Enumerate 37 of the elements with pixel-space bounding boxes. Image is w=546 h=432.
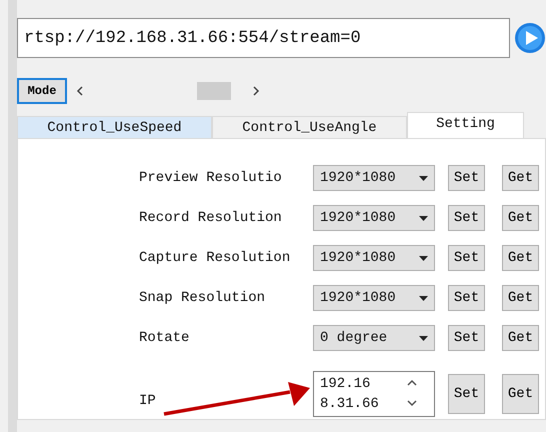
get-button[interactable]: Get [502,205,539,231]
dropdown-arrow-icon [419,176,428,180]
get-button[interactable]: Get [502,325,539,351]
tab[interactable]: Setting [407,112,524,138]
play-icon[interactable] [514,22,546,54]
dropdown[interactable]: 0 degree [313,325,435,351]
dropdown-arrow-icon [419,296,428,300]
set-button[interactable]: Set [448,165,485,191]
dropdown[interactable]: 1920*1080 [313,165,435,191]
get-button[interactable]: Get [502,285,539,311]
dropdown[interactable]: 1920*1080 [313,285,435,311]
spin-arrows-icon[interactable] [406,378,418,408]
scroll-thumb[interactable] [197,82,231,100]
setting-label: IP [139,393,157,409]
dropdown[interactable]: 1920*1080 [313,205,435,231]
setting-label: Snap Resolution [139,290,266,306]
tab[interactable]: Control_UseSpeed [17,116,212,138]
set-button[interactable]: Set [448,245,485,271]
dropdown-arrow-icon [419,336,428,340]
ip-spin-field[interactable]: 192.168.31.66 [313,371,435,417]
dropdown[interactable]: 1920*1080 [313,245,435,271]
set-button[interactable]: Set [448,205,485,231]
dropdown-arrow-icon [419,256,428,260]
set-button[interactable]: Set [448,325,485,351]
setting-label: Rotate [139,330,190,346]
set-button[interactable]: Set [448,374,485,414]
get-button[interactable]: Get [502,165,539,191]
setting-label: Capture Resolution [139,250,292,266]
setting-label: Preview Resolutio [139,170,283,186]
dropdown-arrow-icon [419,216,428,220]
get-button[interactable]: Get [502,245,539,271]
mode-button[interactable]: Mode [17,78,67,104]
url-field[interactable]: rtsp://192.168.31.66:554/stream=0 [17,18,510,58]
tab[interactable]: Control_UseAngle [212,116,407,138]
setting-label: Record Resolution [139,210,283,226]
get-button[interactable]: Get [502,374,539,414]
set-button[interactable]: Set [448,285,485,311]
